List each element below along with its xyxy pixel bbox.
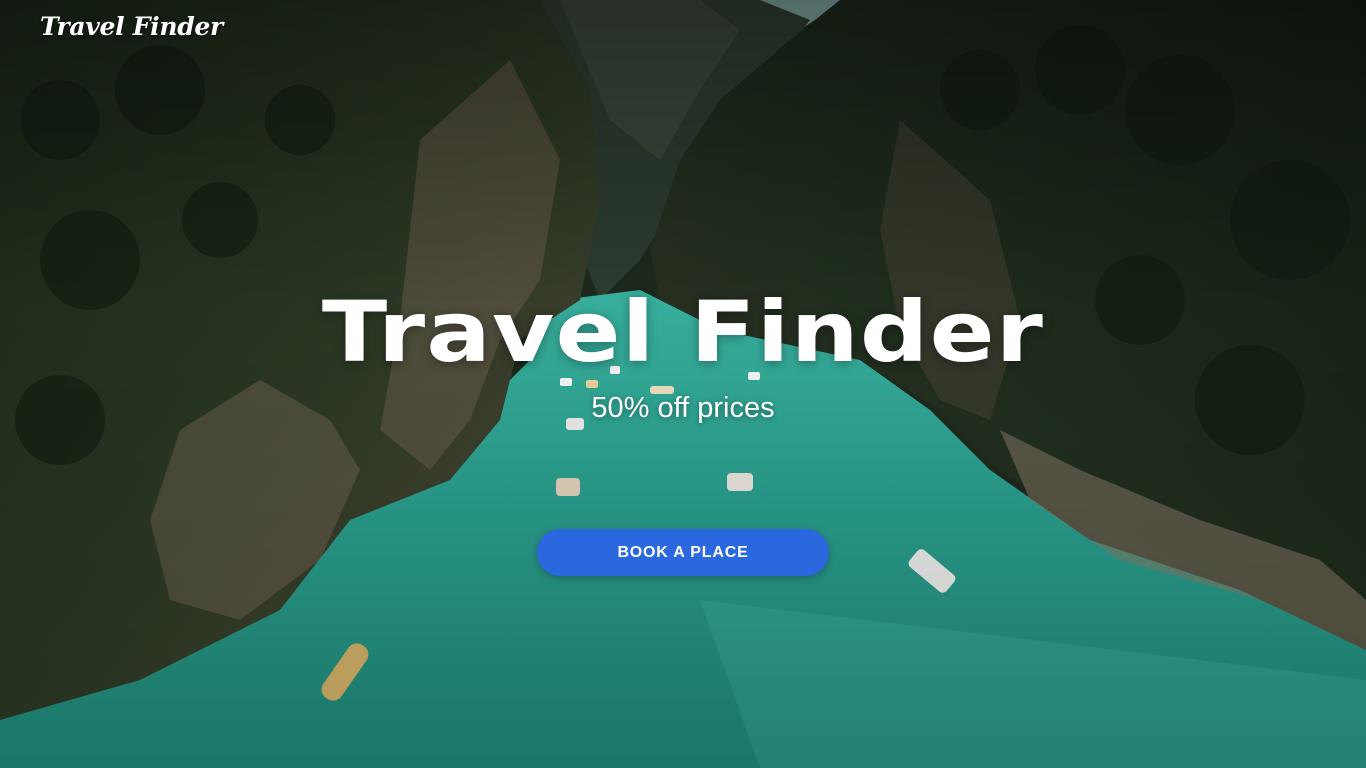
hero-section: Travel Finder Travel Finder 50% off pric… [0,0,1366,768]
hero-title: Travel Finder [321,283,1045,381]
brand-logo-link[interactable]: Travel Finder [40,12,223,41]
hero-background-image [0,0,1366,768]
book-a-place-button[interactable]: BOOK A PLACE [537,529,829,576]
hero-subtitle: 50% off prices [591,392,775,424]
